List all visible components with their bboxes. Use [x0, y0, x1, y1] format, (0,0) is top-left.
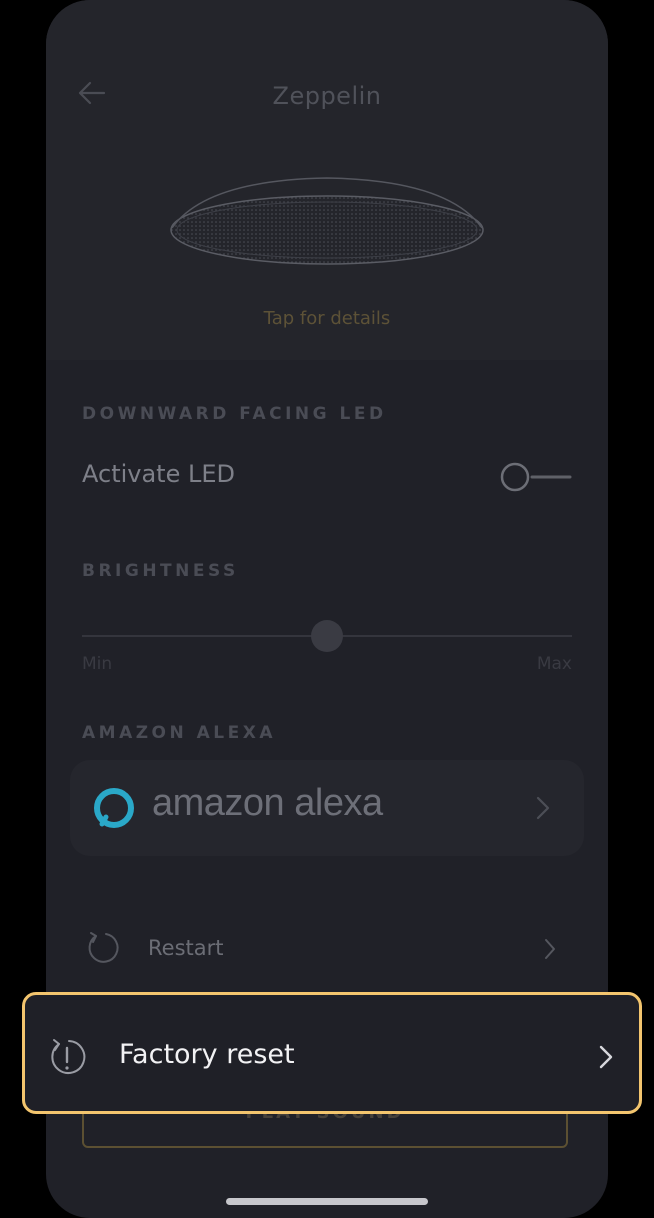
alexa-section-heading: AMAZON ALEXA [82, 723, 277, 743]
led-section-heading: DOWNWARD FACING LED [82, 404, 387, 424]
activate-led-toggle[interactable] [498, 460, 574, 494]
alexa-logo-icon [94, 788, 134, 828]
slider-thumb[interactable] [311, 620, 343, 652]
speaker-illustration[interactable] [166, 168, 488, 278]
factory-reset-icon [51, 1039, 86, 1074]
restart-label: Restart [148, 936, 224, 960]
slider-max-label: Max [536, 654, 572, 674]
slider-min-label: Min [82, 654, 113, 674]
device-header: Zeppelin Tap for details [46, 0, 608, 360]
chevron-right-icon [545, 939, 555, 959]
factory-reset-label: Factory reset [119, 1039, 295, 1070]
brightness-slider[interactable] [82, 620, 572, 652]
chevron-right-icon [536, 796, 550, 820]
activate-led-label: Activate LED [82, 460, 235, 488]
tap-for-details-link[interactable]: Tap for details [46, 308, 608, 329]
page-title: Zeppelin [272, 82, 382, 110]
restart-row[interactable]: Restart [46, 920, 608, 980]
factory-reset-row[interactable]: Factory reset [22, 992, 642, 1114]
brightness-section-heading: BRIGHTNESS [82, 561, 239, 581]
chevron-right-icon [599, 1045, 613, 1069]
restart-icon [88, 932, 119, 963]
home-indicator[interactable] [226, 1198, 428, 1205]
amazon-alexa-card[interactable]: amazon alexa [70, 760, 584, 856]
alexa-wordmark: amazon alexa [152, 782, 383, 824]
